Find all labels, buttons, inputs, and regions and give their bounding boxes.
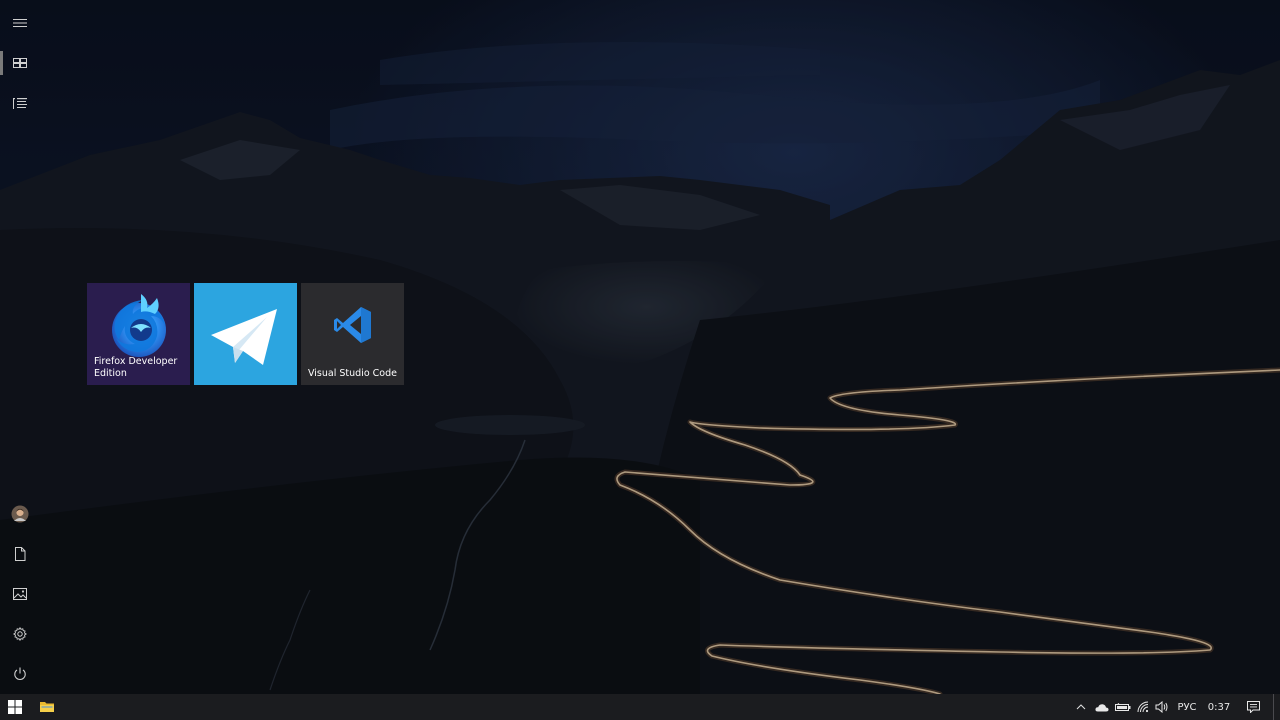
chevron-up-icon bbox=[1076, 704, 1086, 710]
tiles-view-button[interactable] bbox=[0, 43, 40, 83]
settings-button[interactable] bbox=[0, 614, 40, 654]
windows-start-icon bbox=[8, 700, 22, 714]
tile-telegram[interactable] bbox=[194, 283, 297, 385]
show-hidden-icons-button[interactable] bbox=[1073, 694, 1089, 720]
taskbar: РУС 0:37 bbox=[0, 694, 1280, 720]
hamburger-menu-icon bbox=[13, 19, 27, 27]
volume-icon bbox=[1155, 701, 1168, 713]
documents-icon bbox=[15, 547, 26, 561]
tile-visual-studio-code[interactable]: Visual Studio Code bbox=[301, 283, 404, 385]
tile-firefox-developer-edition[interactable]: Firefox Developer Edition bbox=[87, 283, 190, 385]
action-center-button[interactable] bbox=[1240, 694, 1266, 720]
start-rail bbox=[0, 0, 40, 694]
notification-center-icon bbox=[1246, 701, 1260, 713]
onedrive-cloud-icon bbox=[1095, 703, 1109, 711]
user-account-button[interactable] bbox=[0, 494, 40, 534]
telegram-paper-plane-icon bbox=[211, 309, 277, 365]
tile-label: Firefox Developer Edition bbox=[94, 356, 178, 379]
all-apps-list-icon bbox=[13, 97, 27, 109]
power-button[interactable] bbox=[0, 654, 40, 694]
onedrive-tray-button[interactable] bbox=[1092, 694, 1112, 720]
pictures-icon bbox=[13, 588, 27, 600]
pictures-button[interactable] bbox=[0, 574, 40, 614]
battery-tray-button[interactable] bbox=[1113, 694, 1133, 720]
file-explorer-icon bbox=[40, 702, 54, 712]
wallpaper bbox=[0, 0, 1280, 694]
show-desktop-button[interactable] bbox=[1274, 694, 1280, 720]
user-avatar bbox=[11, 505, 29, 523]
start-button[interactable] bbox=[0, 694, 30, 720]
firefox-developer-edition-icon bbox=[112, 294, 166, 357]
power-icon bbox=[14, 667, 26, 680]
documents-button[interactable] bbox=[0, 534, 40, 574]
volume-tray-button[interactable] bbox=[1152, 694, 1172, 720]
wifi-icon bbox=[1137, 701, 1149, 713]
tiles-view-icon bbox=[13, 58, 27, 68]
wallpaper-mountain-night bbox=[0, 0, 1280, 694]
all-apps-button[interactable] bbox=[0, 83, 40, 123]
battery-icon bbox=[1115, 702, 1131, 711]
tile-label: Visual Studio Code bbox=[308, 368, 397, 379]
network-tray-button[interactable] bbox=[1133, 694, 1153, 720]
file-explorer-taskbar-button[interactable] bbox=[32, 694, 62, 720]
system-clock[interactable]: 0:37 bbox=[1204, 694, 1234, 720]
desktop-screen: Firefox Developer Edition Visual Studio … bbox=[0, 0, 1280, 720]
visual-studio-code-icon bbox=[334, 307, 371, 343]
input-language-indicator[interactable]: РУС bbox=[1174, 694, 1200, 720]
settings-gear-icon bbox=[13, 627, 27, 641]
hamburger-menu-button[interactable] bbox=[0, 3, 40, 43]
active-indicator bbox=[0, 51, 3, 75]
